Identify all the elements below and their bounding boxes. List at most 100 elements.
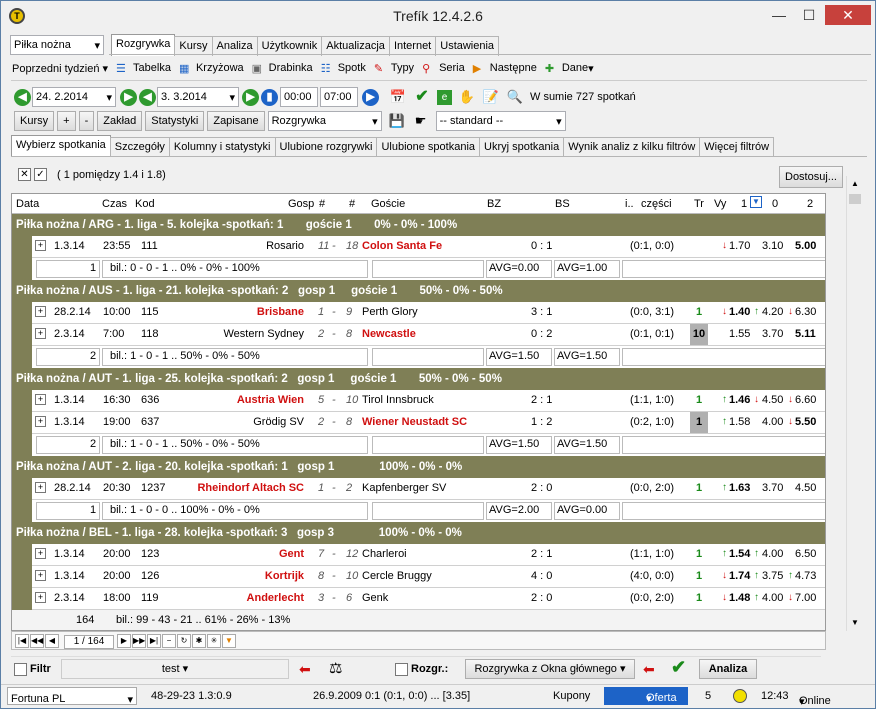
table-row[interactable]: +1.3.14 23:55 111 Rosario 11-18 Colon Santa F… bbox=[32, 236, 825, 258]
expand-icon[interactable]: + bbox=[35, 240, 46, 251]
date-to-field[interactable]: 3. 3.2014 ▾ bbox=[157, 87, 239, 107]
tab-1[interactable]: Kursy bbox=[174, 36, 213, 56]
nav-prev-icon[interactable]: ◀ bbox=[45, 634, 59, 648]
col-gosp[interactable]: Gosp bbox=[288, 198, 314, 210]
standard-select[interactable]: -- standard -- ▾ bbox=[435, 111, 566, 131]
date-from-field[interactable]: 24. 2.2014 ▾ bbox=[32, 87, 116, 107]
scroll-down-icon[interactable]: ▼ bbox=[848, 616, 862, 630]
next-date-to-icon[interactable]: ▶ bbox=[242, 88, 259, 106]
scroll-up-icon[interactable]: ▲ bbox=[848, 177, 862, 191]
hand-icon[interactable]: ✋ bbox=[458, 88, 476, 106]
period-select[interactable]: Poprzedni tydzień ▾ bbox=[12, 62, 108, 75]
col-bs[interactable]: BS bbox=[555, 198, 570, 210]
group-header[interactable]: Piłka nożna / AUT - 2. liga - 20. kolejk… bbox=[12, 456, 825, 478]
prev-date-icon[interactable]: ◀ bbox=[14, 88, 31, 106]
col-i[interactable]: i.. bbox=[625, 198, 634, 210]
nav-remove-icon[interactable]: − bbox=[162, 634, 176, 648]
expand-icon[interactable]: + bbox=[35, 394, 46, 405]
maximize-icon[interactable]: ☐ bbox=[795, 5, 823, 25]
subtab-3[interactable]: Ulubione rozgrywki bbox=[274, 137, 378, 157]
plus-button[interactable]: + bbox=[57, 111, 76, 131]
nav-first-icon[interactable]: |◀ bbox=[15, 634, 29, 648]
toolbar-6-button[interactable]: ▶ Następne bbox=[473, 62, 537, 75]
page-indicator[interactable]: 1 / 164 bbox=[64, 635, 114, 649]
table-row[interactable]: +28.2.14 10:00 115 Brisbane 1-9 Perth Glory 3 … bbox=[32, 302, 825, 324]
col-hash2[interactable]: # bbox=[349, 198, 355, 210]
arrow-left-icon[interactable]: ⬅ bbox=[299, 661, 311, 678]
table-row[interactable]: +2.3.14 18:00 119 Anderlecht 3-6 Genk 2 : 0 (0:… bbox=[32, 588, 825, 610]
col-vy[interactable]: Vy bbox=[714, 198, 726, 210]
confirm-check-icon[interactable]: ✔ bbox=[413, 88, 431, 106]
subtab-0[interactable]: Wybierz spotkania bbox=[11, 135, 111, 157]
col-odds-0[interactable]: 0 bbox=[772, 198, 778, 210]
expand-icon[interactable]: + bbox=[35, 482, 46, 493]
toolbar-5-button[interactable]: ⚲ Seria bbox=[422, 62, 465, 75]
excel-icon[interactable]: e bbox=[437, 89, 452, 105]
expand-icon[interactable]: + bbox=[35, 416, 46, 427]
col-goscie[interactable]: Goście bbox=[371, 198, 405, 210]
clear-filter-icon[interactable]: ✕ bbox=[18, 168, 31, 181]
filter-checkbox[interactable]: ✓ bbox=[34, 168, 47, 181]
sort-down-icon[interactable]: ▼ bbox=[750, 196, 762, 208]
arrow-left-icon[interactable]: ⬅ bbox=[643, 661, 655, 678]
search-icon[interactable]: 🔍 bbox=[506, 88, 524, 106]
nav-last-icon[interactable]: ▶| bbox=[147, 634, 161, 648]
calendar-icon[interactable]: 📅 bbox=[389, 88, 407, 106]
expand-icon[interactable]: + bbox=[35, 328, 46, 339]
subtab-5[interactable]: Ukryj spotkania bbox=[479, 137, 565, 157]
zapisane-button[interactable]: Zapisane bbox=[207, 111, 265, 131]
subtab-1[interactable]: Szczegóły bbox=[109, 137, 170, 157]
oferta-button[interactable]: Oferta ▾ bbox=[604, 687, 688, 705]
toolbar-0-button[interactable]: ☰ Tabelka bbox=[116, 62, 171, 75]
col-data[interactable]: Data bbox=[16, 198, 39, 210]
group-header[interactable]: Piłka nożna / AUT - 1. liga - 25. kolejk… bbox=[12, 368, 825, 390]
minimize-icon[interactable]: — bbox=[765, 5, 793, 25]
test-dropdown[interactable]: test ▾ bbox=[61, 659, 289, 679]
apply-check-icon[interactable]: ✔ bbox=[671, 657, 686, 678]
table-row[interactable]: +1.3.14 20:00 126 Kortrijk 8-10 Cercle Bruggy… bbox=[32, 566, 825, 588]
rozgrywka-select[interactable]: Rozgrywka ▾ bbox=[267, 111, 382, 131]
col-bz[interactable]: BZ bbox=[487, 198, 501, 210]
rozgr-checkbox[interactable] bbox=[395, 663, 408, 676]
expand-icon[interactable]: + bbox=[35, 570, 46, 581]
pointer-hand-icon[interactable]: ☛ bbox=[412, 112, 430, 130]
vertical-scrollbar[interactable]: ▲ ▼ bbox=[846, 176, 863, 631]
kursy-button[interactable]: Kursy bbox=[14, 111, 55, 131]
next-date-icon[interactable]: ▶ bbox=[120, 88, 137, 106]
col-odds-1[interactable]: 1 bbox=[741, 198, 747, 210]
col-hash1[interactable]: # bbox=[319, 198, 325, 210]
tab-6[interactable]: Ustawienia bbox=[435, 36, 500, 56]
subtab-4[interactable]: Ulubione spotkania bbox=[376, 137, 481, 157]
table-row[interactable]: +2.3.14 7:00 118 Western Sydney 2-8 Newcastle… bbox=[32, 324, 825, 346]
tab-5[interactable]: Internet bbox=[388, 36, 437, 56]
minus-button[interactable]: - bbox=[78, 111, 95, 131]
save-icon[interactable]: 💾 bbox=[388, 112, 406, 130]
tab-4[interactable]: Aktualizacja bbox=[321, 36, 390, 56]
nav-next-page-icon[interactable]: ▶▶ bbox=[132, 634, 146, 648]
tab-3[interactable]: Użytkownik bbox=[256, 36, 323, 56]
table-row[interactable]: +1.3.14 19:00 637 Grödig SV 2-8 Wiener Neusta… bbox=[32, 412, 825, 434]
group-header[interactable]: Piłka nożna / ARG - 1. liga - 5. kolejka… bbox=[12, 214, 825, 236]
dostosuj-button[interactable]: Dostosuj... bbox=[779, 166, 843, 188]
nav-asterisk-icon[interactable]: ✳ bbox=[207, 634, 221, 648]
nav-next-icon[interactable]: ▶ bbox=[117, 634, 131, 648]
expand-icon[interactable]: + bbox=[35, 548, 46, 559]
people-icon[interactable]: ⚖ bbox=[329, 659, 342, 677]
statystyki-button[interactable]: Statystyki bbox=[145, 111, 205, 131]
table-row[interactable]: +1.3.14 16:30 636 Austria Wien 5-10 Tirol Inn… bbox=[32, 390, 825, 412]
subtab-7[interactable]: Więcej filtrów bbox=[699, 137, 775, 157]
time-prev-icon[interactable]: ▮ bbox=[261, 88, 278, 106]
expand-icon[interactable]: + bbox=[35, 592, 46, 603]
col-czas[interactable]: Czas bbox=[102, 198, 127, 210]
group-header[interactable]: Piłka nożna / AUS - 1. liga - 21. kolejk… bbox=[12, 280, 825, 302]
group-header[interactable]: Piłka nożna / BEL - 1. liga - 28. kolejk… bbox=[12, 522, 825, 544]
close-icon[interactable]: ✕ bbox=[825, 5, 871, 25]
subtab-6[interactable]: Wynik analiz z kilku filtrów bbox=[563, 137, 701, 157]
toolbar-4-button[interactable]: ✎ Typy bbox=[374, 62, 414, 75]
col-kod[interactable]: Kod bbox=[135, 198, 155, 210]
scroll-thumb[interactable] bbox=[849, 194, 861, 204]
subtab-2[interactable]: Kolumny i statystyki bbox=[168, 137, 276, 157]
nav-refresh-icon[interactable]: ↻ bbox=[177, 634, 191, 648]
analiza-button[interactable]: Analiza bbox=[699, 659, 757, 679]
toolbar-1-button[interactable]: ▦ Krzyżowa bbox=[179, 62, 244, 75]
